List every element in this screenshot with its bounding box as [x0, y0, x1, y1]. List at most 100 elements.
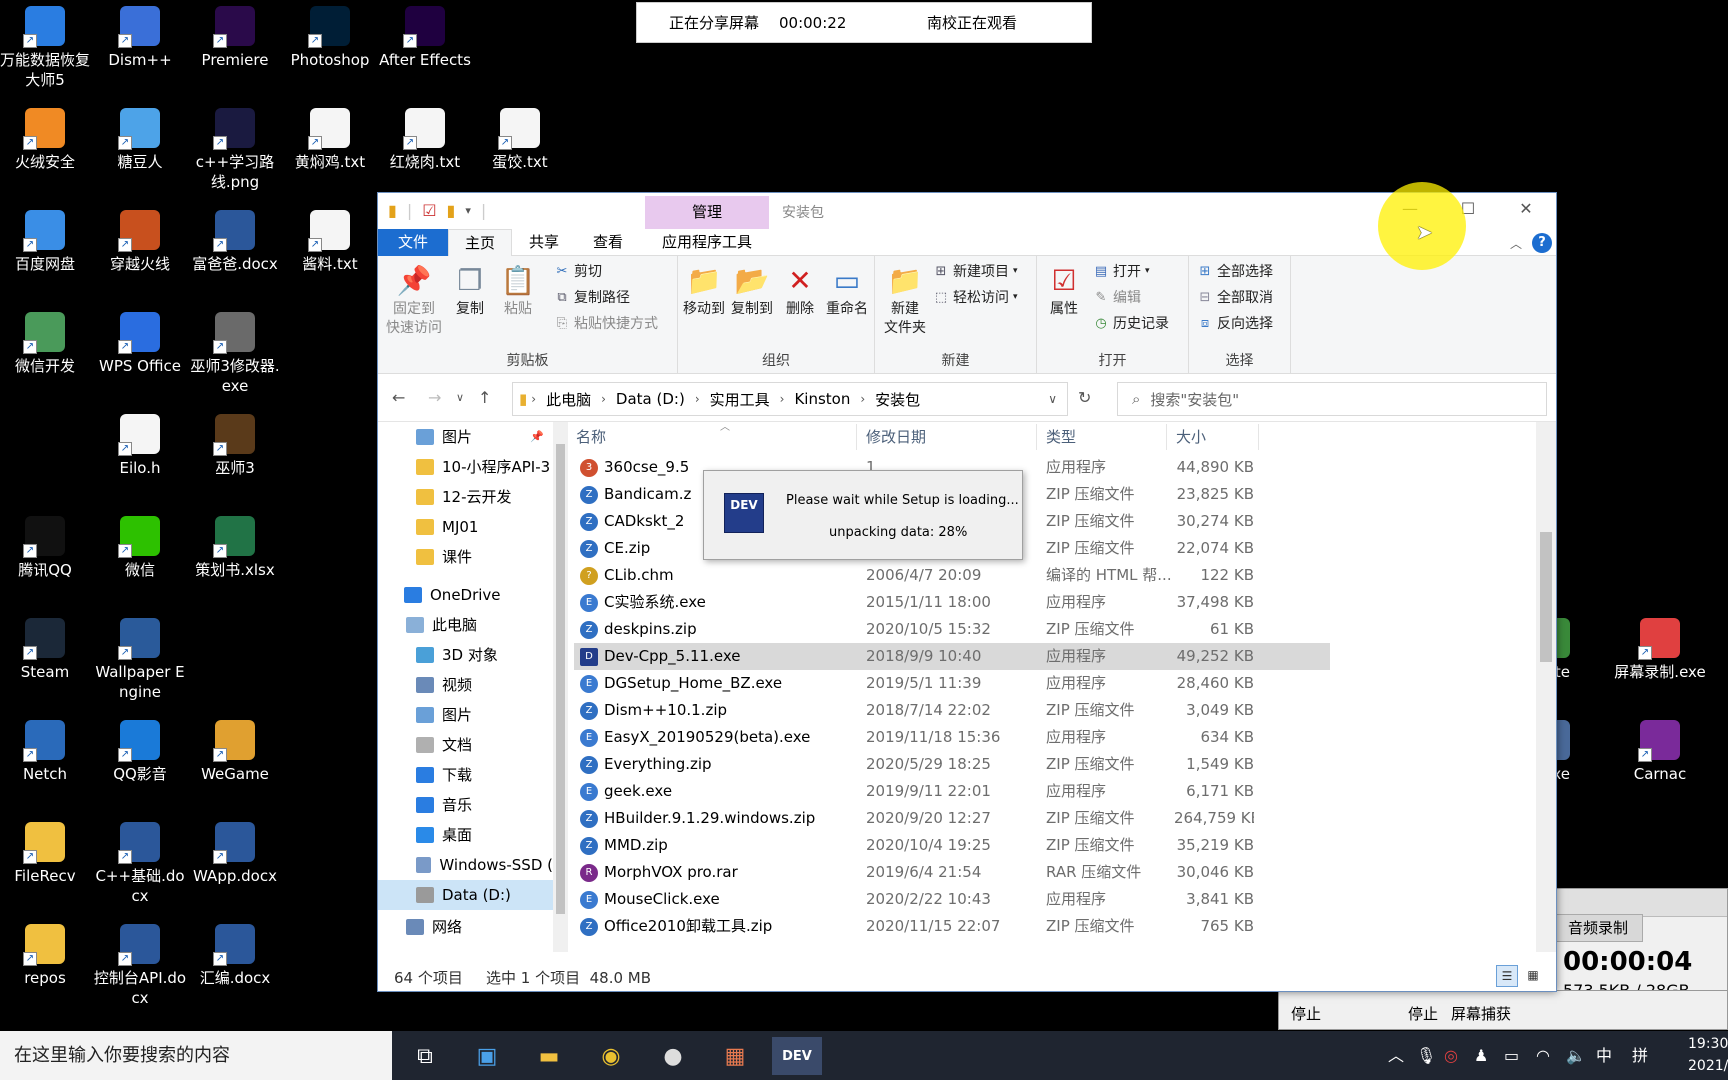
- file-row[interactable]: Z HBuilder.9.1.29.windows.zip 2020/9/20 12…: [574, 805, 1330, 832]
- wifi-icon[interactable]: ◠: [1536, 1031, 1550, 1080]
- nav-scrollbar[interactable]: [553, 422, 568, 952]
- file-row[interactable]: Egeek.exe 2019/9/11 22:01 应用程序 6,171 KB: [574, 778, 1330, 805]
- desktop-icon[interactable]: ↗ QQ影音: [93, 720, 187, 784]
- cut-button[interactable]: ✂ 剪切: [554, 260, 602, 282]
- recent-locations-icon[interactable]: ∨: [456, 391, 464, 404]
- desktop-icon[interactable]: ↗ 微信开发: [0, 312, 92, 376]
- desktop-icon[interactable]: ↗ WeGame: [188, 720, 282, 784]
- breadcrumb-data-d[interactable]: Data (D:): [616, 390, 685, 408]
- desktop-icon[interactable]: ↗ C++基础.docx: [93, 822, 187, 906]
- recorder-tab[interactable]: 音频录制: [1553, 914, 1643, 942]
- desktop-icon[interactable]: ↗ 策划书.xlsx: [188, 516, 282, 580]
- paste-shortcut-button[interactable]: ⎘ 粘贴快捷方式: [554, 312, 658, 334]
- desktop-icon[interactable]: ↗ 巫师3修改器.exe: [188, 312, 282, 396]
- nav-item[interactable]: Data (D:): [378, 880, 553, 910]
- desktop-icon[interactable]: ↗ 百度网盘: [0, 210, 92, 274]
- select-none-button[interactable]: ⊟ 全部取消: [1197, 286, 1273, 308]
- battery-icon[interactable]: ▭: [1504, 1031, 1519, 1080]
- desktop-icon[interactable]: ↗ 火绒安全: [0, 108, 92, 172]
- new-item-button[interactable]: ⊞ 新建项目 ▾: [933, 260, 1018, 282]
- file-row[interactable]: E DGSetup_Home_BZ.exe 2019/5/1 11:39 应用程序 28…: [574, 670, 1330, 697]
- file-row[interactable]: Zdeskpins.zip 2020/10/5 15:32 ZIP 压缩文件 61 K…: [574, 616, 1330, 643]
- column-date[interactable]: 修改日期: [866, 422, 926, 452]
- tab-view[interactable]: 查看: [576, 229, 640, 256]
- nav-item[interactable]: Windows-SSD (: [378, 850, 553, 880]
- new-folder-icon[interactable]: ▮: [447, 201, 456, 220]
- paste-button[interactable]: 📋 粘贴: [496, 262, 540, 319]
- edit-button[interactable]: ✎ 编辑: [1093, 286, 1141, 308]
- column-name[interactable]: 名称: [576, 422, 606, 452]
- desktop-icon[interactable]: ↗ WPS Office: [93, 312, 187, 376]
- breadcrumb-packages[interactable]: 安装包: [875, 389, 920, 410]
- desktop-icon[interactable]: ↗ 糖豆人: [93, 108, 187, 172]
- move-to-button[interactable]: 📁 移动到: [680, 262, 728, 319]
- large-icons-view-icon[interactable]: ▦: [1522, 965, 1544, 987]
- desktop-icon[interactable]: ↗ 黄焖鸡.txt: [283, 108, 377, 172]
- chevron-down-icon[interactable]: ∨: [1048, 392, 1057, 406]
- desktop-icon[interactable]: ↗ c++学习路线.png: [188, 108, 282, 192]
- refresh-icon[interactable]: ↻: [1078, 388, 1091, 407]
- show-hidden-icons[interactable]: ︿: [1388, 1031, 1404, 1080]
- desktop-icon[interactable]: ↗ 酱料.txt: [283, 210, 377, 274]
- history-button[interactable]: ◷ 历史记录: [1093, 312, 1169, 334]
- file-scrollbar[interactable]: [1536, 422, 1556, 952]
- desktop-icon[interactable]: ↗ Dism++: [93, 6, 187, 70]
- record-icon[interactable]: ◎: [1444, 1031, 1458, 1080]
- file-row[interactable]: Z Dism++10.1.zip 2018/7/14 22:02 ZIP 压缩文件 3,…: [574, 697, 1330, 724]
- nav-item[interactable]: 桌面: [378, 820, 553, 850]
- file-row[interactable]: E EasyX_20190529(beta).exe 2019/11/18 15:3…: [574, 724, 1330, 751]
- desktop-icon[interactable]: ↗ 微信: [93, 516, 187, 580]
- desktop-icon[interactable]: ↗ 富爸爸.docx: [188, 210, 282, 274]
- qq-tray-icon[interactable]: ♟: [1474, 1031, 1488, 1080]
- copy-button[interactable]: ❐ 复制: [448, 262, 492, 319]
- control-panel-icon[interactable]: ▣: [462, 1037, 512, 1075]
- file-row[interactable]: Z Everything.zip 2020/5/29 18:25 ZIP 压缩文件 1,…: [574, 751, 1330, 778]
- desktop-icon[interactable]: ↗ 控制台API.docx: [93, 924, 187, 1008]
- open-button[interactable]: ▤ 打开 ▾: [1093, 260, 1150, 282]
- rename-button[interactable]: ▭ 重命名: [822, 262, 872, 319]
- taskbar-search-input[interactable]: 在这里输入你要搜索的内容: [0, 1031, 392, 1080]
- nav-item[interactable]: 12-云开发: [378, 482, 553, 512]
- nav-item[interactable]: 3D 对象: [378, 640, 553, 670]
- desktop-icon[interactable]: ↗ 穿越火线: [93, 210, 187, 274]
- stop-button-1[interactable]: 停止: [1291, 1003, 1321, 1024]
- desktop-icon[interactable]: ↗ 腾讯QQ: [0, 516, 92, 580]
- collapse-ribbon-icon[interactable]: ︿: [1510, 235, 1522, 252]
- delete-button[interactable]: ✕ 删除: [780, 262, 820, 319]
- desktop-icon[interactable]: ↗ Eilo.h: [93, 414, 187, 478]
- chrome-icon[interactable]: ◉: [586, 1037, 636, 1075]
- properties-icon[interactable]: ☑: [422, 201, 436, 220]
- file-row[interactable]: R MorphVOX pro.rar 2019/6/4 21:54 RAR 压缩文件 3…: [574, 859, 1330, 886]
- desktop-icon[interactable]: ↗ Premiere: [188, 6, 282, 70]
- copy-path-button[interactable]: ⧉ 复制路径: [554, 286, 630, 308]
- tab-app-tools[interactable]: 应用程序工具: [645, 229, 769, 256]
- nav-item[interactable]: 文档: [378, 730, 553, 760]
- help-icon[interactable]: ?: [1532, 233, 1552, 253]
- select-all-button[interactable]: ⊞ 全部选择: [1197, 260, 1273, 282]
- desktop-icon[interactable]: ↗ Wallpaper Engine: [93, 618, 187, 702]
- desktop-icon[interactable]: ↗ After Effects: [378, 6, 472, 70]
- desktop-icon[interactable]: ↗ 屏幕录制.exe: [1613, 618, 1707, 682]
- stop-button-2[interactable]: 停止: [1408, 1003, 1438, 1024]
- address-bar[interactable]: ▮ › 此电脑 › Data (D:) › 实用工具 › Kinston › 安…: [512, 382, 1068, 416]
- nav-item[interactable]: 10-小程序API-3: [378, 452, 553, 482]
- desktop-icon[interactable]: ↗ 万能数据恢复大师5: [0, 6, 92, 90]
- desktop-icon[interactable]: ↗ Steam: [0, 618, 92, 682]
- forward-icon[interactable]: →: [428, 388, 441, 407]
- clock[interactable]: 19:30 2021/2: [1688, 1033, 1728, 1077]
- column-size[interactable]: 大小: [1176, 422, 1206, 452]
- nav-item[interactable]: 此电脑: [378, 610, 553, 640]
- screen-capture-button[interactable]: 屏幕捕获: [1451, 1003, 1511, 1024]
- back-icon[interactable]: ←: [392, 388, 405, 407]
- nav-item[interactable]: 图片: [378, 700, 553, 730]
- nav-item[interactable]: 图片 📌: [378, 422, 553, 452]
- media-player-icon[interactable]: ●: [648, 1037, 698, 1075]
- invert-selection-button[interactable]: ⧈ 反向选择: [1197, 312, 1273, 334]
- properties-button[interactable]: ☑ 属性: [1041, 262, 1087, 319]
- file-row[interactable]: E MouseClick.exe 2020/2/22 10:43 应用程序 3,841 …: [574, 886, 1330, 913]
- nav-item[interactable]: 音乐: [378, 790, 553, 820]
- microphone-icon[interactable]: 🎙: [1416, 1031, 1436, 1080]
- close-icon[interactable]: ✕: [1506, 199, 1546, 218]
- breadcrumb-this-pc[interactable]: 此电脑: [546, 389, 591, 410]
- ime-pinyin-indicator[interactable]: 拼: [1632, 1031, 1648, 1080]
